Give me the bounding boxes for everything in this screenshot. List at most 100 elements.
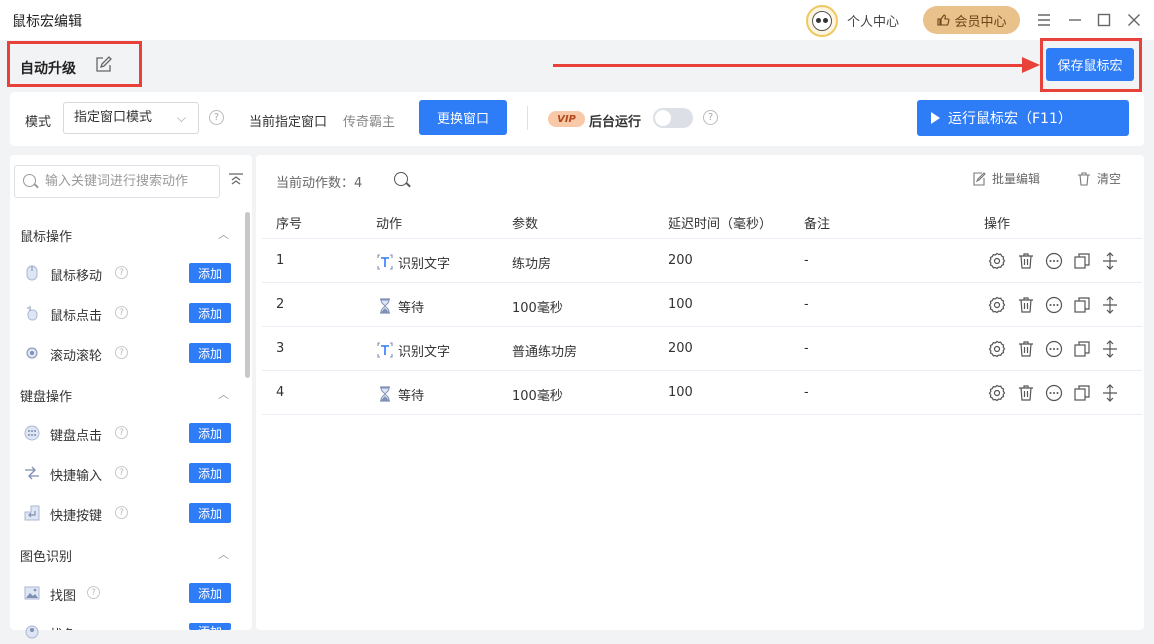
annotation-arrow-head bbox=[1022, 57, 1040, 73]
help-icon[interactable]: ? bbox=[703, 110, 718, 125]
run-macro-label: 运行鼠标宏（F11） bbox=[948, 111, 1072, 127]
bulk-edit-label: 批量编辑 bbox=[992, 172, 1041, 186]
sidebar-scrollbar[interactable] bbox=[245, 212, 250, 378]
toolbar-divider bbox=[527, 106, 528, 130]
copy-icon[interactable] bbox=[1073, 340, 1091, 358]
add-mouse-move-button[interactable]: 添加 bbox=[189, 263, 231, 283]
more-icon[interactable] bbox=[1045, 252, 1063, 270]
clear-label: 清空 bbox=[1097, 172, 1122, 186]
collapse-all-icon[interactable] bbox=[228, 172, 244, 188]
add-quick-input-button[interactable]: 添加 bbox=[189, 463, 231, 483]
minimize-icon[interactable] bbox=[1065, 10, 1085, 30]
help-icon[interactable]: ? bbox=[115, 426, 128, 439]
close-icon[interactable] bbox=[1124, 10, 1144, 30]
row-note: - bbox=[804, 253, 809, 268]
delete-icon[interactable] bbox=[1017, 252, 1035, 270]
action-item-mouse-move: 鼠标移动 bbox=[50, 269, 103, 284]
maximize-icon[interactable] bbox=[1094, 10, 1114, 30]
chevron-up-icon[interactable]: ︿ bbox=[218, 386, 230, 401]
chevron-up-icon[interactable]: ︿ bbox=[218, 226, 230, 241]
settings-icon[interactable] bbox=[988, 340, 1006, 358]
help-icon[interactable]: ? bbox=[115, 266, 128, 279]
add-shortcut-key-button[interactable]: 添加 bbox=[189, 503, 231, 523]
header-param: 参数 bbox=[512, 217, 539, 232]
edit-icon[interactable] bbox=[94, 56, 112, 74]
add-mouse-click-button[interactable]: 添加 bbox=[189, 303, 231, 323]
action-count-value: 4 bbox=[354, 176, 363, 191]
drag-handle-icon[interactable] bbox=[1101, 384, 1119, 402]
add-keyboard-click-button[interactable]: 添加 bbox=[189, 423, 231, 443]
avatar[interactable] bbox=[806, 5, 838, 37]
more-icon[interactable] bbox=[1045, 340, 1063, 358]
action-item-keyboard-click: 键盘点击 bbox=[50, 429, 103, 444]
row-param: 100毫秒 bbox=[512, 301, 563, 316]
color-picker-icon bbox=[24, 624, 40, 640]
more-icon[interactable] bbox=[1045, 296, 1063, 314]
background-run-toggle[interactable] bbox=[653, 108, 693, 128]
settings-icon[interactable] bbox=[988, 384, 1006, 402]
row-delay: 200 bbox=[668, 341, 693, 356]
help-icon[interactable]: ? bbox=[209, 110, 224, 125]
add-find-color-button[interactable]: 添加 bbox=[189, 623, 231, 630]
settings-icon[interactable] bbox=[988, 296, 1006, 314]
row-index: 3 bbox=[276, 341, 285, 356]
drag-handle-icon[interactable] bbox=[1101, 340, 1119, 358]
change-window-button[interactable]: 更换窗口 bbox=[419, 100, 507, 135]
enter-key-icon bbox=[24, 505, 40, 521]
add-scroll-wheel-button[interactable]: 添加 bbox=[189, 343, 231, 363]
save-macro-button[interactable]: 保存鼠标宏 bbox=[1046, 48, 1134, 81]
vip-center-button[interactable]: 会员中心 bbox=[923, 6, 1020, 34]
help-icon[interactable]: ? bbox=[115, 506, 128, 519]
settings-icon[interactable] bbox=[988, 252, 1006, 270]
macro-name: 自动升级 bbox=[20, 61, 76, 77]
drag-handle-icon[interactable] bbox=[1101, 296, 1119, 314]
row-note: - bbox=[804, 297, 809, 312]
row-divider bbox=[262, 238, 1142, 239]
panda-avatar-icon bbox=[812, 11, 832, 31]
menu-icon[interactable] bbox=[1034, 10, 1054, 30]
drag-handle-icon[interactable] bbox=[1101, 252, 1119, 270]
delete-icon[interactable] bbox=[1017, 296, 1035, 314]
current-window-label: 当前指定窗口 bbox=[249, 115, 328, 130]
help-icon[interactable]: ? bbox=[115, 466, 128, 479]
wheel-icon bbox=[24, 345, 40, 361]
row-delay: 100 bbox=[668, 385, 693, 400]
app-title: 鼠标宏编辑 bbox=[12, 14, 82, 30]
header-operation: 操作 bbox=[984, 217, 1011, 232]
current-window-value: 传奇霸主 bbox=[343, 115, 396, 130]
copy-icon[interactable] bbox=[1073, 384, 1091, 402]
row-delay: 100 bbox=[668, 297, 693, 312]
row-param: 100毫秒 bbox=[512, 389, 563, 404]
help-icon[interactable]: ? bbox=[115, 306, 128, 319]
action-count: 当前动作数：4 bbox=[276, 172, 362, 191]
mode-select[interactable]: 指定窗口模式 ⌵ bbox=[63, 102, 199, 134]
quick-input-icon bbox=[24, 465, 40, 481]
help-icon[interactable]: ? bbox=[115, 346, 128, 359]
copy-icon[interactable] bbox=[1073, 296, 1091, 314]
help-icon[interactable]: ? bbox=[87, 586, 100, 599]
row-action: 等待 bbox=[398, 301, 425, 316]
copy-icon[interactable] bbox=[1073, 252, 1091, 270]
category-mouse[interactable]: 鼠标操作 bbox=[20, 226, 72, 245]
row-index: 2 bbox=[276, 297, 285, 312]
bulk-edit-button[interactable]: 批量编辑 bbox=[972, 170, 1040, 187]
category-image-color[interactable]: 图色识别 bbox=[20, 546, 72, 565]
delete-icon[interactable] bbox=[1017, 340, 1035, 358]
action-search-input[interactable]: 输入关键词进行搜索动作 bbox=[14, 165, 220, 198]
chevron-up-icon[interactable]: ︿ bbox=[218, 546, 230, 561]
search-icon[interactable] bbox=[394, 172, 408, 186]
delete-icon[interactable] bbox=[1017, 384, 1035, 402]
row-note: - bbox=[804, 341, 809, 356]
clear-button[interactable]: 清空 bbox=[1077, 170, 1121, 187]
text-recognize-icon bbox=[377, 254, 393, 270]
action-item-shortcut-key: 快捷按键 bbox=[50, 509, 103, 524]
row-divider bbox=[262, 370, 1142, 371]
more-icon[interactable] bbox=[1045, 384, 1063, 402]
image-icon bbox=[24, 585, 40, 601]
run-macro-button[interactable]: 运行鼠标宏（F11） bbox=[917, 100, 1129, 136]
action-item-mouse-click: 鼠标点击 bbox=[50, 309, 103, 324]
mode-select-value: 指定窗口模式 bbox=[74, 110, 153, 125]
add-find-image-button[interactable]: 添加 bbox=[189, 583, 231, 603]
personal-center-link[interactable]: 个人中心 bbox=[847, 11, 899, 30]
category-keyboard[interactable]: 键盘操作 bbox=[20, 386, 72, 405]
